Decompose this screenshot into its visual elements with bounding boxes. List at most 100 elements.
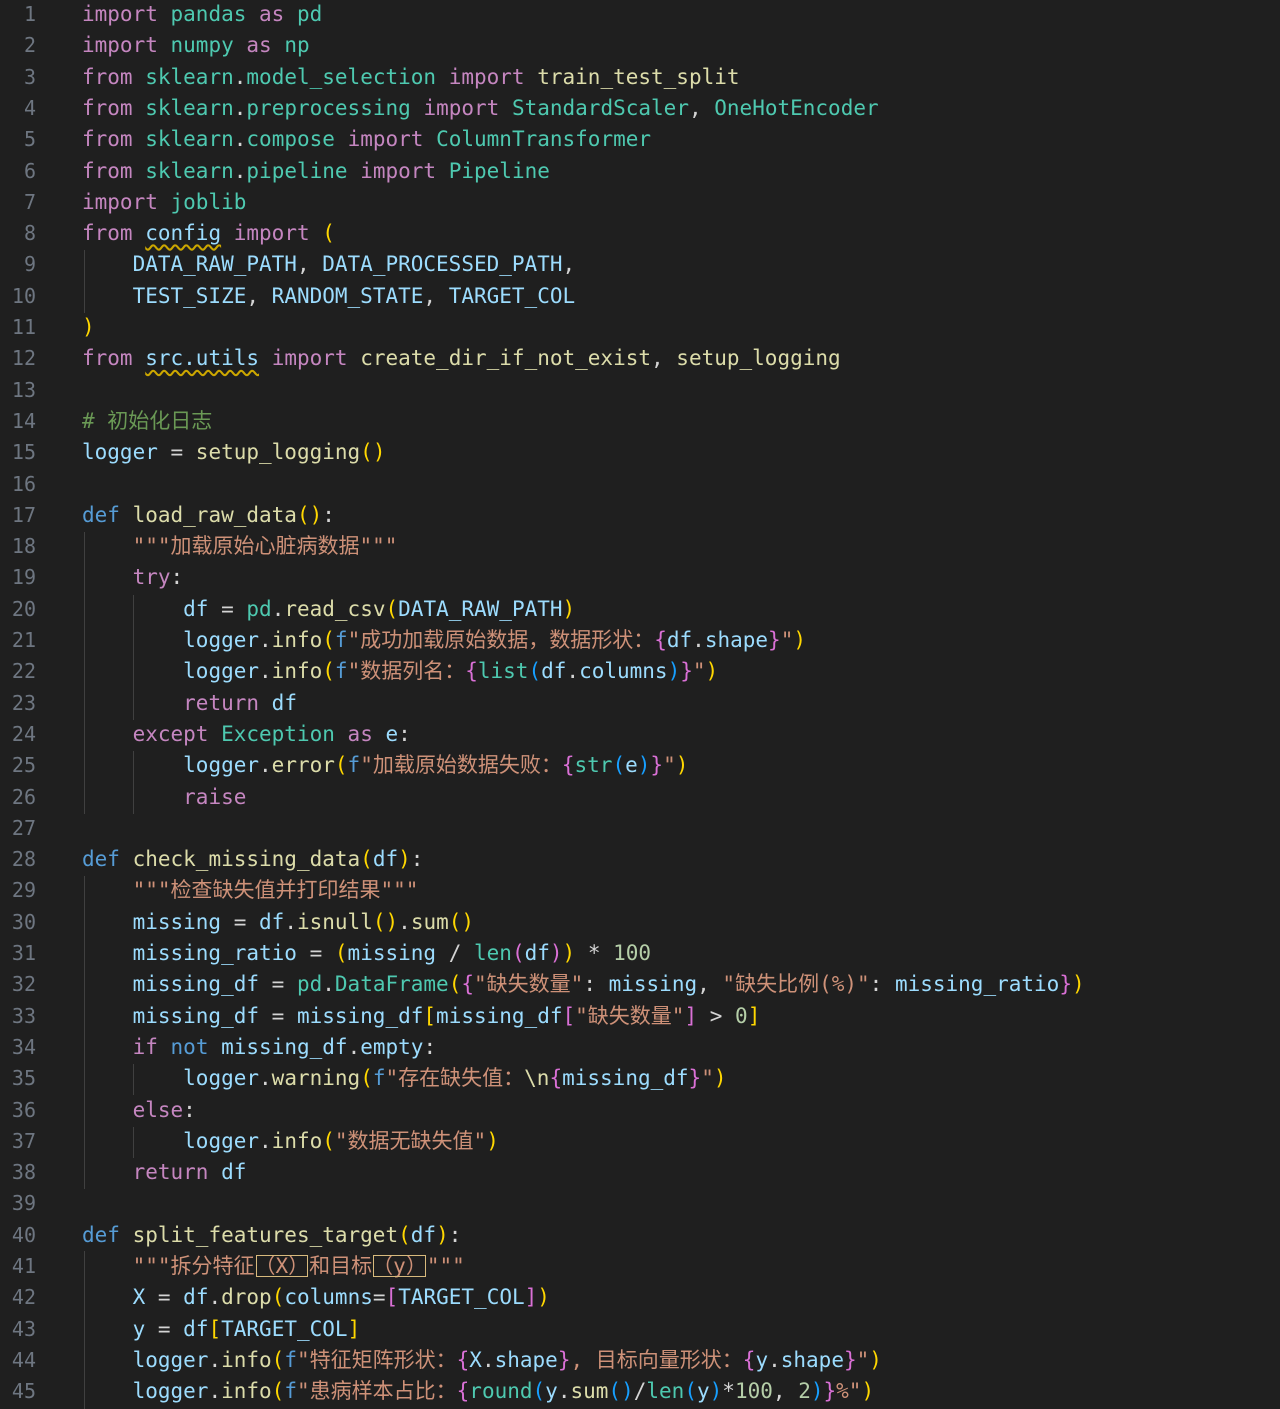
code-text[interactable]: from src.utils import create_dir_if_not_… <box>82 343 841 374</box>
line-number: 41 <box>11 1254 36 1278</box>
code-line[interactable]: 41 """拆分特征（X）和目标（y）""" <box>0 1251 1280 1282</box>
code-line[interactable]: 25 logger.error(f"加载原始数据失败：{str(e)}") <box>0 750 1280 781</box>
line-number: 39 <box>11 1191 36 1216</box>
code-text[interactable]: ) <box>82 312 95 343</box>
code-text[interactable]: TEST_SIZE, RANDOM_STATE, TARGET_COL <box>82 281 576 312</box>
code-text[interactable]: logger.error(f"加载原始数据失败：{str(e)}") <box>82 750 688 781</box>
code-line[interactable]: 45 logger.info(f"患病样本占比：{round(y.sum()/l… <box>0 1376 1280 1407</box>
code-editor[interactable]: 1 import pandas as pd 2 import numpy as np 3… <box>0 0 1280 1409</box>
code-text[interactable]: import pandas as pd <box>82 0 322 30</box>
code-line[interactable]: 17 def load_raw_data(): <box>0 500 1280 531</box>
code-text[interactable]: raise <box>82 782 246 813</box>
code-line[interactable]: 12 from src.utils import create_dir_if_no… <box>0 343 1280 374</box>
code-line[interactable]: 10 TEST_SIZE, RANDOM_STATE, TARGET_COL <box>0 281 1280 312</box>
code-text[interactable]: from sklearn.preprocessing import Standa… <box>82 93 879 124</box>
code-text[interactable]: try: <box>82 562 184 593</box>
code-line[interactable]: 4 from sklearn.preprocessing import Stand… <box>0 93 1280 124</box>
line-number: 31 <box>11 941 36 965</box>
code-line[interactable]: 30 missing = df.isnull().sum() <box>0 907 1280 938</box>
line-number: 37 <box>11 1128 36 1153</box>
code-line[interactable]: 40 def split_features_target(df): <box>0 1220 1280 1251</box>
code-text[interactable]: except Exception as e: <box>82 719 411 750</box>
code-line[interactable]: 7 import joblib <box>0 187 1280 218</box>
code-text[interactable]: from config import ( <box>82 218 335 249</box>
code-text[interactable]: if not missing_df.empty: <box>82 1032 437 1063</box>
code-line[interactable]: 38 return df <box>0 1157 1280 1188</box>
line-number: 1 <box>23 2 36 26</box>
line-number: 40 <box>11 1222 36 1247</box>
code-line[interactable]: 27 <box>0 813 1280 844</box>
code-line[interactable]: 16 <box>0 469 1280 500</box>
code-line[interactable]: 5 from sklearn.compose import ColumnTrans… <box>0 124 1280 155</box>
code-line[interactable]: 33 missing_df = missing_df[missing_df["缺… <box>0 1001 1280 1032</box>
code-line[interactable]: 3 from sklearn.model_selection import tra… <box>0 62 1280 93</box>
line-number: 25 <box>11 753 36 778</box>
code-text[interactable]: y = df[TARGET_COL] <box>82 1314 361 1345</box>
code-text[interactable]: missing_df = missing_df[missing_df["缺失数量… <box>82 1001 761 1032</box>
code-text[interactable]: def check_missing_data(df): <box>82 844 423 875</box>
code-line[interactable]: 28 def check_missing_data(df): <box>0 844 1280 875</box>
code-text[interactable]: import joblib <box>82 187 246 218</box>
code-line[interactable]: 14 # 初始化日志 <box>0 406 1280 437</box>
code-line[interactable]: 23 return df <box>0 688 1280 719</box>
line-number: 7 <box>23 189 36 214</box>
code-line[interactable]: 15 logger = setup_logging() <box>0 437 1280 468</box>
code-text[interactable]: return df <box>82 1157 247 1188</box>
code-text[interactable]: logger = setup_logging() <box>82 437 385 468</box>
code-text[interactable]: logger.info(f"患病样本占比：{round(y.sum()/len(… <box>82 1376 875 1407</box>
code-line[interactable]: 35 logger.warning(f"存在缺失值：\n{missing_df}… <box>0 1063 1280 1094</box>
code-text[interactable]: df = pd.read_csv(DATA_RAW_PATH) <box>82 594 575 625</box>
code-line[interactable]: 34 if not missing_df.empty: <box>0 1032 1280 1063</box>
code-line[interactable]: 39 <box>0 1188 1280 1219</box>
code-line[interactable]: 13 <box>0 375 1280 406</box>
code-text[interactable]: """检查缺失值并打印结果""" <box>82 875 419 906</box>
code-text[interactable]: def split_features_target(df): <box>82 1220 461 1251</box>
code-line[interactable]: 21 logger.info(f"成功加载原始数据，数据形状：{df.shape… <box>0 625 1280 656</box>
line-number: 2 <box>23 33 36 58</box>
code-line[interactable]: 1 import pandas as pd <box>0 0 1280 30</box>
code-line[interactable]: 31 missing_ratio = (missing / len(df)) *… <box>0 938 1280 969</box>
code-text[interactable]: missing_df = pd.DataFrame({"缺失数量": missi… <box>82 969 1085 1000</box>
code-line[interactable]: 2 import numpy as np <box>0 30 1280 61</box>
code-line[interactable]: 8 from config import ( <box>0 218 1280 249</box>
code-line[interactable]: 6 from sklearn.pipeline import Pipeline <box>0 156 1280 187</box>
code-text[interactable]: logger.info("数据无缺失值") <box>82 1126 499 1157</box>
code-text[interactable]: DATA_RAW_PATH, DATA_PROCESSED_PATH, <box>82 249 576 280</box>
code-text[interactable]: """加载原始心脏病数据""" <box>82 531 398 562</box>
line-number: 28 <box>11 847 36 872</box>
line-number: 27 <box>11 815 36 840</box>
code-text[interactable]: # 初始化日志 <box>82 406 212 437</box>
code-line[interactable]: 29 """检查缺失值并打印结果""" <box>0 875 1280 906</box>
code-text[interactable]: return df <box>82 688 297 719</box>
code-line[interactable]: 37 logger.info("数据无缺失值") <box>0 1126 1280 1157</box>
code-text[interactable]: missing_ratio = (missing / len(df)) * 10… <box>82 938 652 969</box>
code-text[interactable]: logger.info(f"成功加载原始数据，数据形状：{df.shape}") <box>82 625 806 656</box>
code-line[interactable]: 24 except Exception as e: <box>0 719 1280 750</box>
code-text[interactable]: import numpy as np <box>82 30 310 61</box>
code-line[interactable]: 19 try: <box>0 562 1280 593</box>
code-line[interactable]: 20 df = pd.read_csv(DATA_RAW_PATH) <box>0 594 1280 625</box>
code-line[interactable]: 32 missing_df = pd.DataFrame({"缺失数量": mi… <box>0 969 1280 1000</box>
code-text[interactable]: from sklearn.model_selection import trai… <box>82 62 740 93</box>
code-line[interactable]: 22 logger.info(f"数据列名：{list(df.columns)}… <box>0 656 1280 687</box>
code-text[interactable]: logger.info(f"数据列名：{list(df.columns)}") <box>82 656 718 687</box>
code-text[interactable]: logger.info(f"特征矩阵形状：{X.shape}, 目标向量形状：{… <box>82 1345 882 1376</box>
code-line[interactable]: 42 X = df.drop(columns=[TARGET_COL]) <box>0 1282 1280 1313</box>
code-line[interactable]: 11) <box>0 312 1280 343</box>
code-text[interactable]: logger.warning(f"存在缺失值：\n{missing_df}") <box>82 1063 726 1094</box>
code-text[interactable]: from sklearn.compose import ColumnTransf… <box>82 124 651 155</box>
code-line[interactable]: 43 y = df[TARGET_COL] <box>0 1314 1280 1345</box>
code-text[interactable]: """拆分特征（X）和目标（y）""" <box>82 1251 465 1282</box>
code-text[interactable]: X = df.drop(columns=[TARGET_COL]) <box>82 1282 550 1313</box>
code-line[interactable]: 26 raise <box>0 782 1280 813</box>
code-line[interactable]: 9 DATA_RAW_PATH, DATA_PROCESSED_PATH, <box>0 249 1280 280</box>
code-line[interactable]: 44 logger.info(f"特征矩阵形状：{X.shape}, 目标向量形… <box>0 1345 1280 1376</box>
code-line[interactable]: 36 else: <box>0 1095 1280 1126</box>
code-text[interactable]: missing = df.isnull().sum() <box>82 907 474 938</box>
code-text[interactable]: from sklearn.pipeline import Pipeline <box>82 156 550 187</box>
line-number: 29 <box>11 878 36 903</box>
code-text[interactable]: else: <box>82 1095 196 1126</box>
line-number: 15 <box>11 440 36 465</box>
code-text[interactable]: def load_raw_data(): <box>82 500 335 531</box>
code-line[interactable]: 18 """加载原始心脏病数据""" <box>0 531 1280 562</box>
